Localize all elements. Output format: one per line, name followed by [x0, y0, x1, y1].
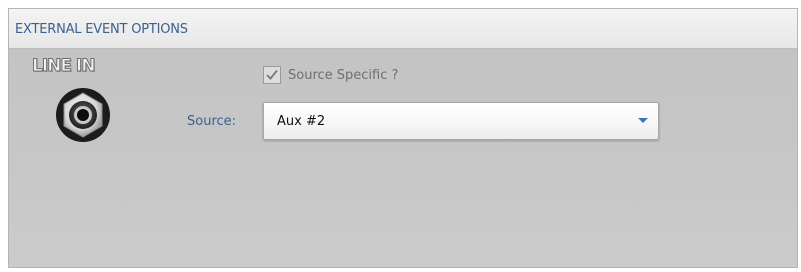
audio-jack-icon [54, 86, 112, 144]
source-specific-label: Source Specific ? [288, 67, 399, 83]
dropdown-arrow-icon[interactable] [638, 118, 648, 123]
line-in-label: LINE IN [31, 56, 96, 77]
source-dropdown[interactable]: Aux #2 [263, 102, 659, 140]
source-specific-row[interactable]: Source Specific ? [263, 63, 398, 87]
panel-title: EXTERNAL EVENT OPTIONS [15, 22, 188, 37]
source-dropdown-value: Aux #2 [277, 114, 326, 129]
source-label: Source: [187, 114, 237, 129]
source-specific-checkbox[interactable] [263, 66, 281, 84]
panel-header: EXTERNAL EVENT OPTIONS [9, 9, 797, 49]
checkmark-icon [266, 69, 278, 80]
